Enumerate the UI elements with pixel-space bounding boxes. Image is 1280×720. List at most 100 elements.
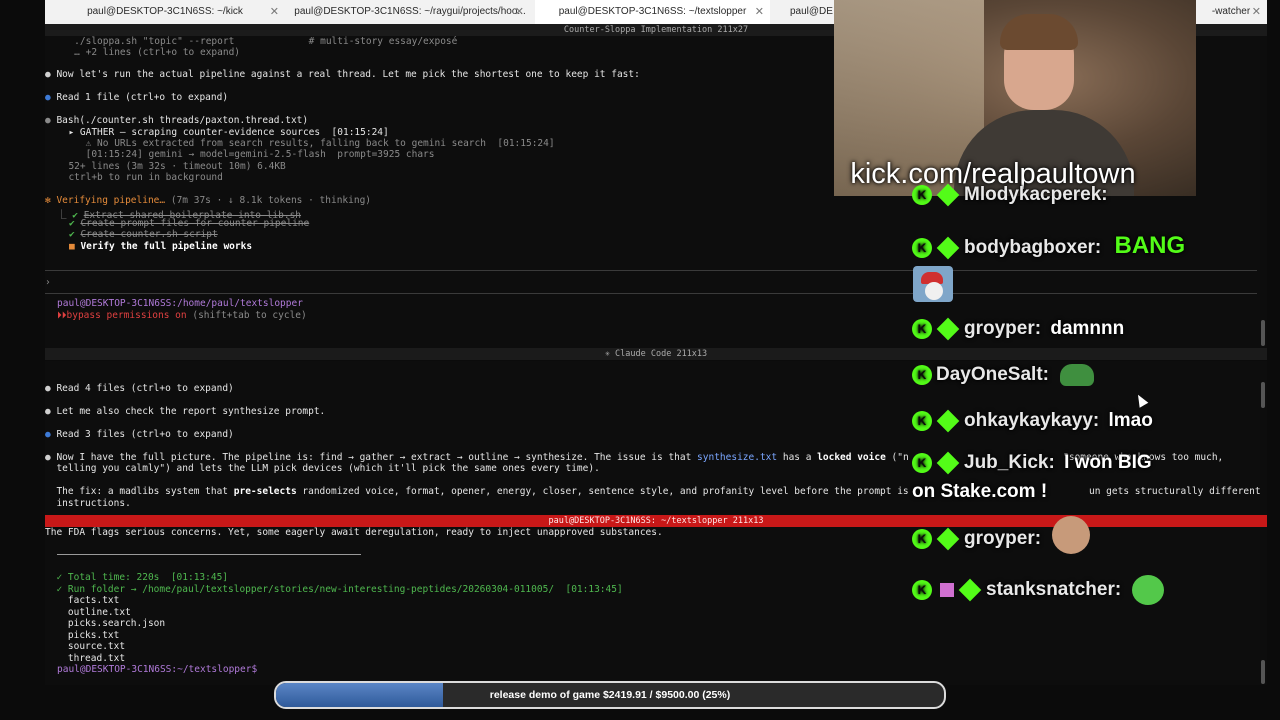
chat-text: on Stake.com ! xyxy=(912,481,1048,502)
tool-bash[interactable]: ● Bash(./counter.sh threads/paxton.threa… xyxy=(45,115,308,126)
file-item: outline.txt xyxy=(45,607,131,618)
permission-icon: ⏵⏵ xyxy=(57,310,67,321)
chat-username: DayOneSalt: xyxy=(936,364,1049,386)
bullet-icon: ● xyxy=(45,115,57,126)
input-prompt[interactable]: › xyxy=(45,277,51,288)
kick-badge-icon: K xyxy=(912,529,932,549)
chat-username: Mlodykacperek: xyxy=(964,184,1108,205)
tool-read[interactable]: ● Read 4 files (ctrl+o to expand) xyxy=(45,383,234,394)
diamond-badge-icon xyxy=(936,183,960,207)
todo-item: ■ Verify the full pipeline works xyxy=(69,241,252,252)
message-emphasis: locked voice xyxy=(817,452,886,463)
close-icon[interactable]: ✕ xyxy=(1252,0,1261,24)
scrollbar[interactable] xyxy=(1261,660,1265,684)
tool-read[interactable]: ● Read 1 file (ctrl+o to expand) xyxy=(45,92,228,103)
close-icon[interactable]: ✕ xyxy=(755,0,764,24)
gift-badge-icon xyxy=(940,583,954,597)
scrollbar[interactable] xyxy=(1261,320,1265,346)
tool-text: Read 3 files (ctrl+o to expand) xyxy=(56,429,234,440)
todo-text: Create prompt files for counter pipeline xyxy=(80,218,310,229)
close-icon[interactable]: ✕ xyxy=(515,0,524,24)
emote-face-icon xyxy=(925,282,943,300)
message-text: Let me also check the report synthesize … xyxy=(56,406,326,417)
file-item: facts.txt xyxy=(45,595,120,606)
chat-username: stanksnatcher: xyxy=(986,579,1122,601)
log-line: ✓ Run folder → /home/paul/textslopper/st… xyxy=(45,584,623,595)
chat-message: K Jub_Kick: I won BIG xyxy=(912,451,1152,475)
divider xyxy=(45,293,1257,294)
goal-label: release demo of game $2419.91 / $9500.00… xyxy=(489,689,731,701)
chat-message: Kgroyper: xyxy=(912,516,1091,554)
check-icon: ✔ xyxy=(69,218,81,229)
bash-output: ⚠ No URLs extracted from search results,… xyxy=(57,138,555,149)
status-text: Verifying pipeline… xyxy=(56,195,166,206)
pane2-title: ✳ Claude Code 211x13 xyxy=(604,349,708,359)
file-item: picks.txt xyxy=(45,630,120,641)
tab-label: paul@DESKTOP-3C1N6SS: ~/textslopper xyxy=(558,6,747,17)
bash-output: ▸ GATHER — scraping counter-evidence sou… xyxy=(57,127,389,138)
tab-textslopper[interactable]: paul@DESKTOP-3C1N6SS: ~/textslopper ✕ xyxy=(535,0,770,26)
kick-badge-icon: K xyxy=(912,184,932,205)
bullet-icon: ● xyxy=(45,92,57,103)
bash-output: [01:15:24] gemini → model=gemini-2.5-fla… xyxy=(57,149,435,160)
log-line: ✓ Total time: 220s [01:13:45] xyxy=(45,572,229,583)
diamond-badge-icon xyxy=(936,409,960,433)
chat-text: I won BIG xyxy=(1064,452,1152,473)
face-emote-icon xyxy=(1052,516,1091,554)
tool-read[interactable]: ● Read 3 files (ctrl+o to expand) xyxy=(45,429,234,440)
square-icon: ■ xyxy=(69,241,81,252)
tab-watcher[interactable]: -watcher ✕ xyxy=(1195,0,1267,24)
tool-text: Read 4 files (ctrl+o to expand) xyxy=(56,383,234,394)
emote-image xyxy=(913,266,953,302)
tab-label: -watcher xyxy=(1211,6,1251,17)
scrollbar[interactable] xyxy=(1261,382,1265,408)
message-line: ● Let me also check the report synthesiz… xyxy=(45,406,325,417)
kick-badge-icon: K xyxy=(912,452,932,473)
todo-item: ✔ Create counter.sh script xyxy=(69,229,218,240)
permission-hint: (shift+tab to cycle) xyxy=(186,310,307,321)
pane3-title: paul@DESKTOP-3C1N6SS: ~/textslopper 211x… xyxy=(548,516,764,526)
close-icon[interactable]: ✕ xyxy=(270,0,279,24)
status-line: ✻ Verifying pipeline… (7m 37s · ↓ 8.1k t… xyxy=(45,195,371,206)
shell-prompt: paul@DESKTOP-3C1N6SS:/home/paul/textslop… xyxy=(57,298,303,309)
bash-output: ctrl+b to run in background xyxy=(57,172,223,183)
tab-raygui[interactable]: paul@DESKTOP-3C1N6SS: ~/raygui/projects/… xyxy=(290,0,530,24)
tab-label: paul@DESKTOP-3C1N6SS: ~/kick xyxy=(87,6,243,17)
todo-text: Verify the full pipeline works xyxy=(80,241,253,252)
kick-badge-icon: K xyxy=(912,410,932,431)
chat-message: K Mlodykacperek: xyxy=(912,183,1108,207)
bullet-icon: ● xyxy=(45,429,57,440)
message-line: un gets structurally different xyxy=(1089,486,1261,497)
prompt-user: paul@DESKTOP-3C1N6SS xyxy=(57,298,172,309)
divider xyxy=(57,554,361,555)
message-text: has a xyxy=(777,452,818,463)
webcam-person-hair xyxy=(1000,14,1078,50)
chat-text: damnnn xyxy=(1050,318,1125,339)
file-reference: synthesize.txt xyxy=(697,452,778,463)
kick-badge-icon: K xyxy=(912,237,932,258)
bullet-icon: ● xyxy=(45,406,57,417)
kick-badge-icon: K xyxy=(912,580,932,600)
bullet-icon: ● xyxy=(45,452,57,463)
prompt-path: :/home/paul/textslopper xyxy=(171,298,303,309)
message-emphasis: pre-selects xyxy=(233,486,297,497)
chat-username: ohkaykaykayy: xyxy=(964,410,1100,431)
message-line: ● Now let's run the actual pipeline agai… xyxy=(45,69,640,80)
check-icon: ✔ xyxy=(69,229,81,240)
message-text: Now let's run the actual pipeline agains… xyxy=(56,69,640,80)
message-text: Now I have the full picture. The pipelin… xyxy=(56,452,698,463)
shell-prompt[interactable]: paul@DESKTOP-3C1N6SS:~/textslopper$ xyxy=(57,664,257,675)
message-text: randomized voice, format, opener, energy… xyxy=(296,486,909,497)
bullet-icon: ● xyxy=(45,69,57,80)
message-text: The fix: a madlibs system that xyxy=(45,486,234,497)
divider xyxy=(45,270,1257,271)
tab-kick[interactable]: paul@DESKTOP-3C1N6SS: ~/kick ✕ xyxy=(45,0,285,24)
todo-item: ✔ Create prompt files for counter pipeli… xyxy=(69,218,309,229)
file-item: picks.search.json xyxy=(45,618,166,629)
kick-badge-icon: K xyxy=(912,365,932,385)
permissions-line: ⏵⏵bypass permissions on (shift+tab to cy… xyxy=(57,310,307,321)
chat-message: Kohkaykaykayy: lmao xyxy=(912,409,1153,433)
tool-text: Read 1 file (ctrl+o to expand) xyxy=(56,92,229,103)
chat-username: groyper: xyxy=(964,318,1042,339)
pane1-title: Counter-Sloppa Implementation 211x27 xyxy=(563,25,749,35)
